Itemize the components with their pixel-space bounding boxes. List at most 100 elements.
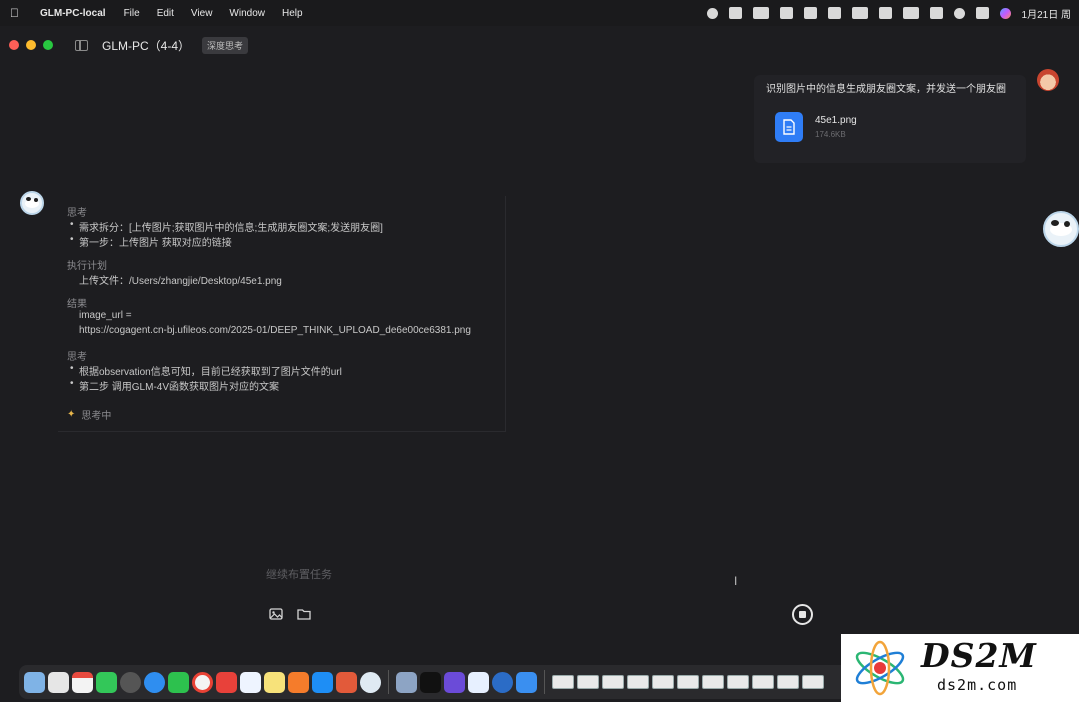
dock-launchpad-icon[interactable] xyxy=(48,671,69,693)
think-bullet: 第二步 调用GLM-4V函数获取图片对应的文案 xyxy=(70,378,279,393)
dock-separator xyxy=(388,670,389,694)
dock-pages-icon[interactable] xyxy=(288,671,309,693)
dock-glm-icon[interactable] xyxy=(360,671,381,693)
control-center-icon[interactable] xyxy=(975,7,989,19)
folder-upload-button[interactable] xyxy=(296,606,312,622)
spotlight-search-icon[interactable] xyxy=(953,7,965,19)
dock-feishu-icon[interactable] xyxy=(240,671,261,693)
user-avatar xyxy=(1037,69,1059,91)
dock-safari-icon[interactable] xyxy=(144,671,165,693)
close-window-button[interactable] xyxy=(9,40,19,50)
minimize-window-button[interactable] xyxy=(26,40,36,50)
dock-minimized-window[interactable] xyxy=(627,675,649,689)
cow-spot-icon xyxy=(34,198,38,202)
window-controls xyxy=(9,40,53,50)
dock-notes-icon[interactable] xyxy=(264,671,285,693)
cow-spot-icon xyxy=(1051,220,1059,226)
text-cursor-icon: I xyxy=(734,574,738,588)
dock-app-icon[interactable] xyxy=(444,671,465,693)
attachment-name: 45e1.png xyxy=(815,115,857,126)
user-message-text: 识别图片中的信息生成朋友圈文案，并发送一个朋友圈 xyxy=(766,84,1006,95)
dock-minimized-window[interactable] xyxy=(752,675,774,689)
dock-app-icon[interactable] xyxy=(492,671,513,693)
dock-minimized-window[interactable] xyxy=(802,675,824,689)
result-line: image_url = xyxy=(79,310,132,321)
status-screenshot-icon[interactable] xyxy=(827,7,841,19)
dock-separator xyxy=(544,670,545,694)
status-tool-icon[interactable] xyxy=(728,7,742,19)
section-think-label: 思考 xyxy=(67,208,87,219)
wechat-status-icon[interactable] xyxy=(851,7,868,19)
mode-chip[interactable]: 深度思考 xyxy=(202,36,249,54)
section-think-label: 思考 xyxy=(67,352,87,363)
dock-appstore-icon[interactable] xyxy=(312,671,333,693)
thinking-status: ✦ 思考中 xyxy=(67,407,111,422)
image-icon xyxy=(269,608,283,620)
menu-window[interactable]: Window xyxy=(229,8,265,19)
floating-assistant-button[interactable] xyxy=(1043,211,1079,247)
stop-button[interactable] xyxy=(792,604,813,625)
dock-minimized-window[interactable] xyxy=(702,675,724,689)
dock-minimized-window[interactable] xyxy=(727,675,749,689)
task-input[interactable]: 继续布置任务 xyxy=(266,566,332,582)
think-bullet: 需求拆分：[上传图片;获取图片中的信息;生成朋友圈文案;发送朋友圈] xyxy=(70,219,383,234)
cow-spot-icon xyxy=(26,197,31,201)
sidebar-toggle-icon[interactable] xyxy=(75,39,88,51)
menu-file[interactable]: File xyxy=(124,8,140,19)
dock-minimized-window[interactable] xyxy=(552,675,574,689)
dock-minimized-window[interactable] xyxy=(652,675,674,689)
image-upload-button[interactable] xyxy=(268,606,284,622)
watermark-brand: DS2M xyxy=(921,636,1037,675)
dock-capcut-icon[interactable] xyxy=(420,671,441,693)
dock xyxy=(19,665,849,699)
think-bullet: 根据observation信息可知，目前已经获取到了图片文件的url xyxy=(70,363,342,378)
status-sync-icon[interactable] xyxy=(878,7,892,19)
menu-view[interactable]: View xyxy=(191,8,213,19)
dock-calendar-icon[interactable] xyxy=(72,671,93,693)
assistant-avatar xyxy=(20,191,44,215)
menubar-clock[interactable]: 1月21日 周 xyxy=(1022,6,1071,21)
window-title: GLM-PC（4-4） xyxy=(102,38,191,53)
dock-minimized-window[interactable] xyxy=(777,675,799,689)
menu-edit[interactable]: Edit xyxy=(157,8,174,19)
apple-menu-icon[interactable]:  xyxy=(10,6,24,20)
file-icon xyxy=(775,112,803,142)
watermark-domain: ds2m.com xyxy=(937,676,1018,694)
status-cloud-icon[interactable] xyxy=(752,7,769,19)
status-assistant-icon[interactable] xyxy=(803,7,817,19)
status-office-icon[interactable] xyxy=(779,7,793,19)
sparkle-icon: ✦ xyxy=(67,409,76,420)
status-area: 1月21日 周 xyxy=(706,0,1071,26)
zoom-window-button[interactable] xyxy=(43,40,53,50)
dock-app-icon[interactable] xyxy=(468,671,489,693)
dock-sogou-icon[interactable] xyxy=(336,671,357,693)
dock-app-icon[interactable] xyxy=(516,671,537,693)
menu-help[interactable]: Help xyxy=(282,8,303,19)
wifi-icon[interactable] xyxy=(929,7,943,19)
app-menu[interactable]: GLM-PC-local xyxy=(40,8,106,19)
folder-icon xyxy=(297,609,311,620)
siri-icon[interactable] xyxy=(999,7,1011,19)
section-result-label: 结果 xyxy=(67,299,87,310)
dock-minimized-window[interactable] xyxy=(602,675,624,689)
attachment-size: 174.6KB xyxy=(815,130,846,139)
dock-facetime-icon[interactable] xyxy=(96,671,117,693)
dock-wps-icon[interactable] xyxy=(216,671,237,693)
thinking-status-text: 思考中 xyxy=(81,411,112,422)
dock-wechat-icon[interactable] xyxy=(168,671,189,693)
dock-chrome-icon[interactable] xyxy=(192,671,213,693)
stop-icon xyxy=(799,611,806,618)
dock-minimized-window[interactable] xyxy=(677,675,699,689)
dock-preview-icon[interactable] xyxy=(396,671,417,693)
result-url[interactable]: https://cogagent.cn-bj.ufileos.com/2025-… xyxy=(79,325,471,336)
plan-line: 上传文件：/Users/zhangjie/Desktop/45e1.png xyxy=(79,276,282,287)
dock-settings-icon[interactable] xyxy=(120,671,141,693)
attachment-meta: 45e1.png 174.6KB xyxy=(815,115,857,139)
status-app-icon[interactable] xyxy=(706,7,718,19)
dock-finder-icon[interactable] xyxy=(24,671,45,693)
battery-icon[interactable] xyxy=(902,7,919,19)
attachment-card[interactable]: 45e1.png 174.6KB xyxy=(775,108,965,146)
dock-minimized-window[interactable] xyxy=(577,675,599,689)
window-titlebar: GLM-PC（4-4） 深度思考 xyxy=(0,26,1079,64)
cow-spot-icon xyxy=(1064,221,1070,227)
